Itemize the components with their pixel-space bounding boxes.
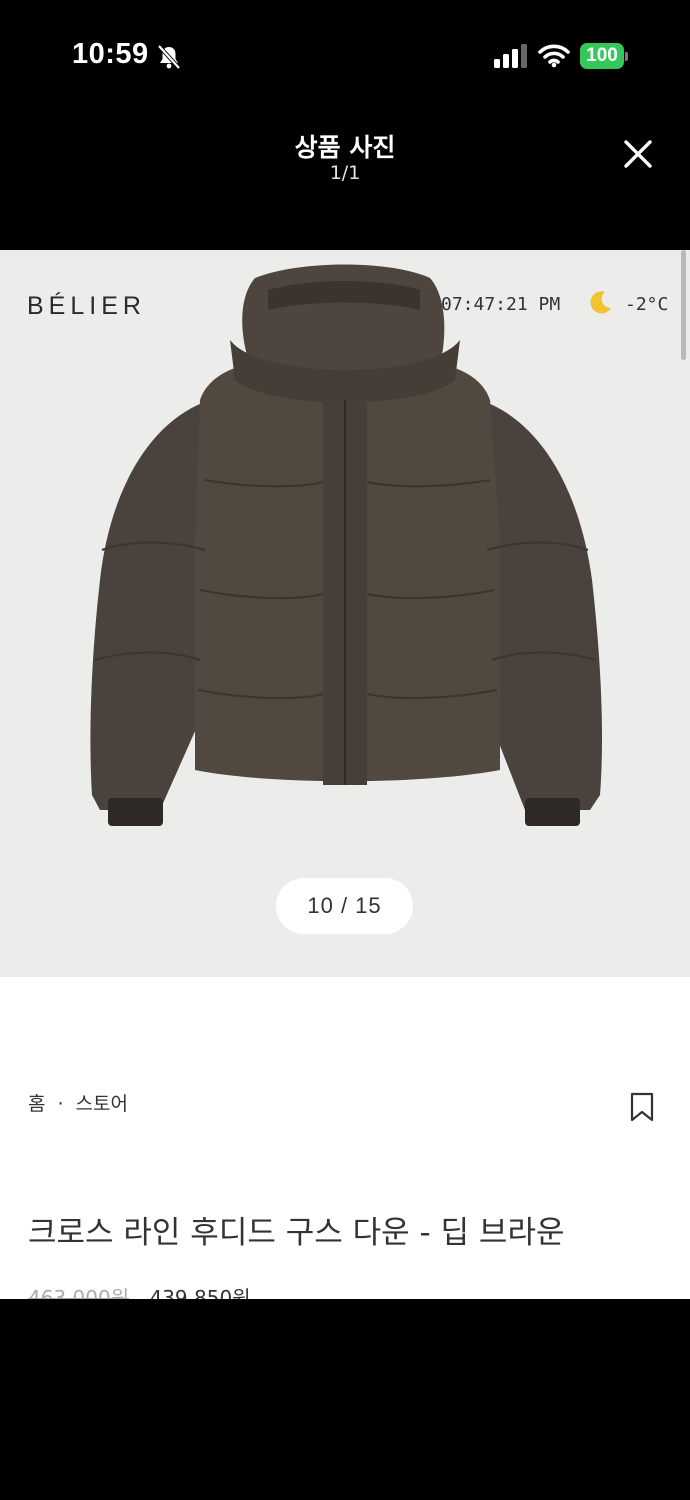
bottom-area <box>0 1299 690 1500</box>
wifi-icon <box>538 44 570 68</box>
viewer-header: 상품 사진 1/1 <box>0 110 690 250</box>
temperature-text: -2°C <box>625 294 669 315</box>
bell-slash-icon <box>157 44 181 70</box>
clock-text: 07:47:21 PM <box>441 294 561 315</box>
moon-icon <box>590 291 611 314</box>
battery-nub <box>625 52 628 61</box>
sale-price: 439,850원 <box>149 1286 251 1299</box>
page-title: 상품 사진 <box>294 133 396 162</box>
photo-index: 1/1 <box>329 162 361 184</box>
cellular-signal-icon <box>494 44 527 68</box>
product-info: 홈 · 스토어 크로스 라인 후디드 구스 다운 - 딥 브라운 463,000원 … <box>0 977 690 1299</box>
jacket-image <box>90 264 603 826</box>
breadcrumb-store[interactable]: 스토어 <box>76 1093 128 1115</box>
status-time: 10:59 <box>72 38 149 70</box>
status-bar: 10:59 100 <box>0 0 690 110</box>
original-price: 463,000원 <box>28 1286 130 1299</box>
image-counter: 10 / 15 <box>276 878 413 934</box>
breadcrumb-separator: · <box>57 1093 64 1115</box>
brand-logo: BÉLIER <box>27 292 146 320</box>
breadcrumb: 홈 · 스토어 <box>28 1089 128 1116</box>
battery-level: 100 <box>580 43 624 69</box>
battery-indicator: 100 <box>580 43 630 69</box>
breadcrumb-home[interactable]: 홈 <box>28 1093 45 1115</box>
product-title: 크로스 라인 후디드 구스 다운 - 딥 브라운 <box>28 1215 565 1251</box>
scrollbar[interactable] <box>681 250 686 360</box>
close-icon[interactable] <box>616 132 660 176</box>
product-photo[interactable]: BÉLIER 07:47:21 PM -2°C 10 / 15 <box>0 250 690 977</box>
price-row: 463,000원 439,850원 <box>28 1282 251 1299</box>
bookmark-icon[interactable] <box>629 1092 655 1122</box>
